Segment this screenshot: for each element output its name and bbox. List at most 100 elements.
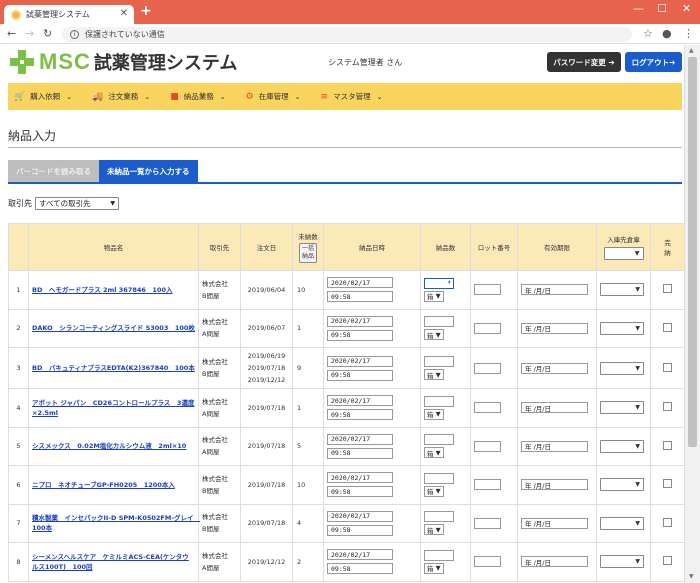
password-change-button[interactable]: パスワード変更 ➔ xyxy=(547,52,621,72)
menu-inventory[interactable]: ⚙ 在庫管理 ⌄ xyxy=(246,91,301,102)
forward-icon[interactable]: → xyxy=(25,27,34,40)
back-icon[interactable]: ← xyxy=(7,27,16,40)
menu-order[interactable]: 🚚 注文業務 ⌄ xyxy=(92,91,150,102)
maximize-icon[interactable]: ☐ xyxy=(657,2,667,15)
warehouse-select[interactable]: ▼ xyxy=(600,401,644,415)
more-menu-icon[interactable]: ⋮ xyxy=(683,27,694,40)
profile-icon[interactable]: ● xyxy=(662,27,672,40)
product-link[interactable]: アボット ジャパン CD26コントロールプラス 3濃度×2.5ml xyxy=(32,399,194,417)
delivery-time-input[interactable]: 09:58 xyxy=(327,524,393,536)
delivery-time-input[interactable]: 09:58 xyxy=(327,409,393,421)
menu-delivery[interactable]: ■ 納品業務 ⌄ xyxy=(170,91,225,102)
browser-tab[interactable]: 試薬管理システム ✕ xyxy=(4,5,134,24)
delivery-qty-input[interactable] xyxy=(424,511,454,523)
address-bar[interactable]: i 保護されていない通信 xyxy=(62,27,632,42)
delivery-time-input[interactable]: 09:58 xyxy=(327,563,393,575)
lot-input[interactable] xyxy=(474,479,501,491)
lot-input[interactable] xyxy=(474,362,501,374)
delivery-date-input[interactable]: 2020/02/17 xyxy=(327,472,393,484)
lot-input[interactable] xyxy=(474,402,501,414)
complete-checkbox[interactable] xyxy=(663,362,672,372)
scroll-up-icon[interactable]: ▲ xyxy=(689,47,694,54)
bookmark-star-icon[interactable]: ☆ xyxy=(643,27,653,40)
product-link[interactable]: BD バキュティナプラスEDTA(K2)367840 100本 xyxy=(32,364,195,372)
logout-button[interactable]: ログアウト➔ xyxy=(625,52,682,72)
unit-select[interactable]: 箱 ▼ xyxy=(424,562,444,574)
delivery-date-input[interactable]: 2020/02/17 xyxy=(327,315,393,327)
expiry-date-input[interactable]: 年 /月/日 xyxy=(521,362,588,374)
delivery-date-input[interactable]: 2020/02/17 xyxy=(327,510,393,522)
delivery-time-input[interactable]: 09:58 xyxy=(327,447,393,459)
unit-select[interactable]: 箱 ▼ xyxy=(424,408,444,420)
lot-input[interactable] xyxy=(474,440,501,452)
expiry-date-input[interactable]: 年 /月/日 xyxy=(521,322,588,334)
tab-undelivered-list[interactable]: 未納品一覧から入力する xyxy=(99,160,198,182)
tab-barcode[interactable]: バーコードを読み取る xyxy=(8,160,99,182)
product-link[interactable]: シーメンスヘルスケア ケミルミACS-CEA(ケンタウルス100T) 100回 xyxy=(32,553,189,571)
delivery-time-input[interactable]: 09:58 xyxy=(327,329,393,341)
complete-checkbox[interactable] xyxy=(663,517,672,527)
warehouse-select[interactable]: ▼ xyxy=(600,321,644,335)
warehouse-select[interactable]: ▼ xyxy=(600,439,644,453)
delivery-time-input[interactable]: 09:58 xyxy=(327,369,393,381)
warehouse-select[interactable]: ▼ xyxy=(600,283,644,297)
expiry-date-input[interactable]: 年 /月/日 xyxy=(521,556,588,568)
unit-select[interactable]: 箱 ▼ xyxy=(424,369,444,380)
delivery-date-input[interactable]: 2020/02/17 xyxy=(327,549,393,561)
complete-checkbox[interactable] xyxy=(663,322,672,332)
scrollbar[interactable]: ▲ ▼ xyxy=(684,45,700,583)
lot-input[interactable] xyxy=(474,517,501,529)
supplier-select[interactable]: すべての取引先 ▼ xyxy=(35,197,119,210)
spinner-icon[interactable]: ⬍ xyxy=(447,279,451,286)
scrollbar-thumb[interactable] xyxy=(688,57,697,447)
expiry-date-input[interactable]: 年 /月/日 xyxy=(521,284,588,296)
bulk-deliver-button[interactable]: 一括 納品 xyxy=(298,243,317,263)
menu-master[interactable]: ≡ マスタ管理 ⌄ xyxy=(321,91,383,102)
unit-select[interactable]: 箱 ▼ xyxy=(424,329,444,341)
close-window-icon[interactable]: ✕ xyxy=(682,2,691,15)
lot-input[interactable] xyxy=(474,556,501,568)
new-tab-icon[interactable]: + xyxy=(140,3,152,19)
minimize-icon[interactable]: — xyxy=(633,2,644,15)
warehouse-select[interactable]: ▼ xyxy=(600,361,644,375)
delivery-time-input[interactable]: 09:58 xyxy=(327,291,393,303)
scroll-down-icon[interactable]: ▼ xyxy=(689,573,694,580)
unit-select[interactable]: 箱 ▼ xyxy=(424,290,444,302)
complete-checkbox[interactable] xyxy=(663,556,672,566)
expiry-date-input[interactable]: 年 /月/日 xyxy=(521,479,588,491)
complete-checkbox[interactable] xyxy=(663,440,672,450)
delivery-date-input[interactable]: 2020/02/17 xyxy=(327,277,393,289)
product-link[interactable]: 積水製薬 インセパックII-D SPM-K0502FM-グレイ 100本 xyxy=(32,514,200,532)
menu-purchase-request[interactable]: 🛒 購入依頼 ⌄ xyxy=(14,91,72,102)
delivery-qty-input[interactable] xyxy=(424,316,454,328)
delivery-qty-input[interactable] xyxy=(424,395,454,407)
lot-input[interactable] xyxy=(474,322,501,334)
warehouse-select[interactable]: ▼ xyxy=(600,516,644,530)
delivery-qty-input[interactable]: ⬍ xyxy=(424,277,454,289)
expiry-date-input[interactable]: 年 /月/日 xyxy=(521,440,588,452)
unit-select[interactable]: 箱 ▼ xyxy=(424,447,444,459)
product-link[interactable]: DAKO シランコーティングスライド S3003 100枚 xyxy=(32,324,195,332)
delivery-date-input[interactable]: 2020/02/17 xyxy=(327,395,393,407)
delivery-qty-input[interactable] xyxy=(424,472,454,484)
product-link[interactable]: シスメックス 0.02M塩化カルシウム液 2ml×10 xyxy=(32,442,186,450)
warehouse-select[interactable]: ▼ xyxy=(600,555,644,569)
product-link[interactable]: BD ヘモガードプラス 2ml 367846 100入 xyxy=(32,286,172,294)
unit-select[interactable]: 箱 ▼ xyxy=(424,485,444,497)
close-tab-icon[interactable]: ✕ xyxy=(120,8,128,19)
delivery-qty-input[interactable] xyxy=(424,549,454,561)
delivery-qty-input[interactable] xyxy=(424,356,454,367)
logo[interactable]: MSC 試薬管理システム xyxy=(10,49,237,75)
complete-checkbox[interactable] xyxy=(663,479,672,489)
unit-select[interactable]: 箱 ▼ xyxy=(424,524,444,536)
product-link[interactable]: ニプロ ネオチューブGP-FH0205 1200本入 xyxy=(32,481,175,489)
complete-checkbox[interactable] xyxy=(663,402,672,412)
delivery-date-input[interactable]: 2020/02/17 xyxy=(327,433,393,445)
delivery-qty-input[interactable] xyxy=(424,434,454,446)
reload-icon[interactable]: ↻ xyxy=(43,27,52,40)
lot-input[interactable] xyxy=(474,284,501,296)
warehouse-bulk-select[interactable]: ▼ xyxy=(603,247,644,260)
delivery-date-input[interactable]: 2020/02/17 xyxy=(327,355,393,367)
warehouse-select[interactable]: ▼ xyxy=(600,478,644,492)
delivery-time-input[interactable]: 09:58 xyxy=(327,486,393,498)
